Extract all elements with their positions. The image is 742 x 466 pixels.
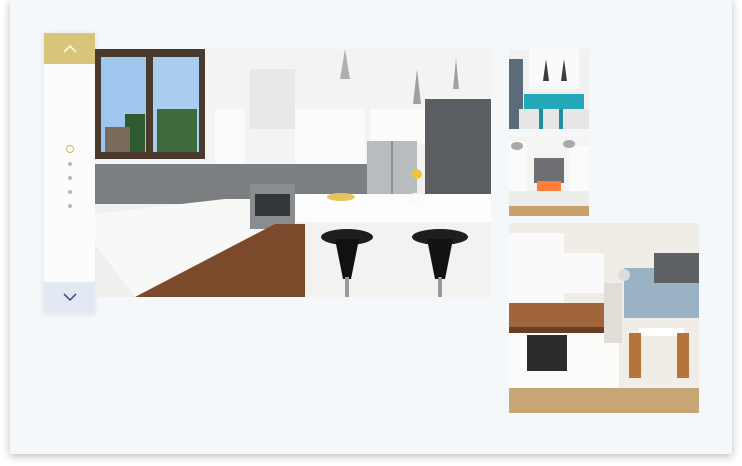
next-button[interactable] (44, 282, 95, 313)
pagination-dot-5[interactable] (67, 204, 72, 208)
pagination-dot-4[interactable] (67, 190, 72, 194)
pagination-dots (44, 141, 95, 213)
gallery-card (10, 0, 732, 454)
pagination-dot-3[interactable] (67, 176, 72, 180)
pagination-dot-1[interactable] (65, 145, 74, 153)
thumbnail-3[interactable] (509, 223, 699, 413)
previous-button[interactable] (44, 33, 95, 64)
main-kitchen-photo[interactable] (95, 49, 491, 297)
pagination-dot-2[interactable] (67, 162, 72, 166)
vertical-slider-nav (44, 33, 95, 313)
chevron-up-icon (62, 44, 77, 53)
chevron-down-icon (62, 293, 77, 302)
thumbnail-1[interactable] (509, 49, 589, 129)
thumbnail-2[interactable] (509, 136, 589, 216)
